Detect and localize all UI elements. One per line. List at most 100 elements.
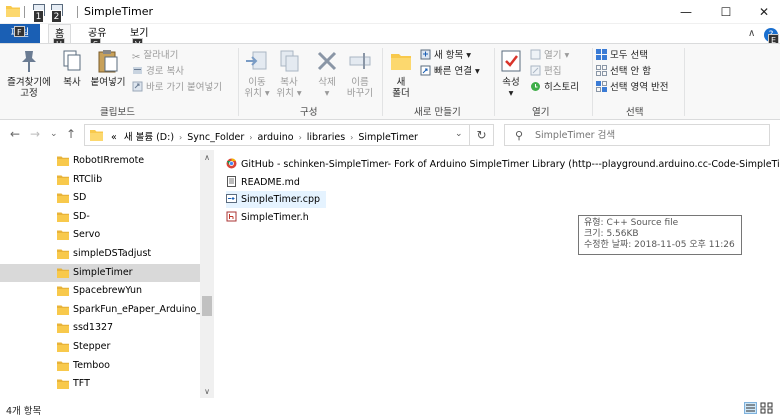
breadcrumb-separator[interactable]: › (179, 133, 182, 142)
copy-path-label: 경로 복사 (146, 66, 184, 77)
folder-icon (57, 361, 69, 371)
properties-button[interactable]: 속성 ▾ (498, 48, 524, 99)
copy-to-button[interactable]: 복사 위치 ▾ (274, 48, 304, 99)
tree-item[interactable]: Servo (0, 226, 200, 244)
tree-item[interactable]: SparkFun_ePaper_Arduino_Library (0, 301, 200, 319)
tooltip-type: 유형: C++ Source file (584, 218, 679, 228)
tree-item[interactable]: Stepper (0, 338, 200, 356)
tooltip-modified: 수정한 날짜: 2018-11-05 오후 11:26 (584, 240, 735, 250)
move-to-button[interactable]: 이동 위치 ▾ (242, 48, 272, 99)
breadcrumb-simpletimer[interactable]: SimpleTimer (358, 132, 418, 143)
move-to-label-2: 위치 ▾ (244, 88, 270, 99)
select-all-button[interactable]: 모두 선택 (596, 48, 648, 63)
breadcrumb-arduino[interactable]: arduino (257, 132, 293, 143)
search-box[interactable]: ⚲ (504, 124, 770, 146)
breadcrumb-sync-folder[interactable]: Sync_Folder (187, 132, 244, 143)
tree-item[interactable]: simpleDSTadjust (0, 245, 200, 263)
properties-icon (501, 50, 521, 72)
delete-label-2: ▾ (324, 88, 330, 99)
new-item-label: 새 항목 ▾ (434, 50, 472, 61)
pin-icon (22, 51, 36, 72)
open-button[interactable]: 열기 ▾ (530, 48, 569, 63)
back-arrow-icon[interactable]: ← (10, 127, 20, 141)
pin-quick-access-button[interactable]: 즐겨찾기에 고정 (4, 48, 54, 99)
scroll-up-icon[interactable]: ∧ (200, 152, 214, 164)
open-icon (530, 49, 541, 60)
file-info-tooltip: 유형: C++ Source file 크기: 5.56KB 수정한 날짜: 2… (578, 215, 742, 255)
history-label: 히스토리 (544, 82, 579, 93)
rename-icon (349, 53, 371, 69)
edit-button[interactable]: 편집 (530, 64, 561, 79)
tree-item[interactable]: SpacebrewYun (0, 282, 200, 300)
file-item[interactable]: SimpleTimer.h (226, 209, 315, 226)
up-arrow-icon[interactable]: ↑ (66, 127, 76, 141)
scrollbar-thumb[interactable] (202, 296, 212, 316)
ribbon-collapse-icon[interactable]: ∧ (748, 28, 755, 39)
file-name: GitHub - schinken-SimpleTimer- Fork of A… (241, 159, 780, 170)
breadcrumb-separator[interactable]: › (350, 133, 353, 142)
breadcrumb-drive[interactable]: 새 볼륨 (D:) (124, 132, 174, 143)
tree-item[interactable]: SD- (0, 208, 200, 226)
tree-item[interactable]: SimpleTimer (0, 263, 200, 282)
file-item[interactable]: README.md (226, 174, 306, 191)
delete-button[interactable]: 삭제 ▾ (312, 48, 342, 99)
paste-button[interactable]: 붙여넣기 (88, 48, 128, 88)
tree-item[interactable]: Temboo (0, 357, 200, 375)
address-dropdown-icon[interactable]: ⌄ (455, 129, 463, 139)
refresh-icon[interactable]: ↻ (470, 124, 494, 146)
tree-item[interactable]: ssd1327 (0, 319, 200, 337)
select-none-button[interactable]: 선택 안 함 (596, 64, 651, 79)
status-bar: 4개 항목 (0, 398, 780, 420)
move-to-icon (246, 51, 267, 70)
breadcrumb-overflow[interactable]: « (111, 132, 117, 143)
rename-label-2: 바꾸기 (346, 88, 374, 99)
invert-selection-button[interactable]: 선택 영역 반전 (596, 80, 668, 95)
cut-button[interactable]: ✂ 잘라내기 (132, 48, 178, 63)
new-item-button[interactable]: 새 항목 ▾ (420, 48, 471, 63)
navigation-bar: ← → ⌄ ↑ « 새 볼륨 (D:) › Sync_Folder › arduino ›… (0, 122, 780, 148)
copy-icon (63, 50, 81, 71)
history-icon (531, 82, 540, 91)
new-folder-button[interactable]: 새 폴더 (386, 48, 416, 99)
tree-scrollbar[interactable]: ∧ ∨ (200, 150, 214, 398)
close-button[interactable]: ✕ (744, 0, 780, 24)
paste-shortcut-button[interactable]: 바로 가기 붙여넣기 (132, 80, 222, 95)
tree-item[interactable]: RTClib (0, 171, 200, 189)
large-icons-view-icon[interactable] (760, 402, 773, 414)
tree-item-label: RTClib (73, 173, 103, 185)
copy-button[interactable]: 복사 (58, 48, 86, 88)
tree-item-label: TFT (73, 378, 90, 390)
breadcrumb-libraries[interactable]: libraries (307, 132, 345, 143)
tree-item-label: Stepper (73, 341, 111, 352)
tree-item[interactable]: SD (0, 189, 200, 207)
rename-button[interactable]: 이름 바꾸기 (344, 48, 376, 99)
select-none-icon (596, 65, 607, 76)
recent-locations-icon[interactable]: ⌄ (50, 129, 58, 139)
minimize-button[interactable]: — (666, 0, 706, 24)
easy-access-button[interactable]: 빠른 연결 ▾ (420, 64, 480, 79)
forward-arrow-icon[interactable]: → (30, 127, 40, 141)
tree-item-label: SpacebrewYun (73, 285, 143, 297)
breadcrumb-separator[interactable]: › (299, 133, 302, 142)
folder-icon (57, 323, 69, 334)
delete-icon (317, 51, 337, 71)
breadcrumb-separator[interactable]: › (249, 133, 252, 142)
cut-label: 잘라내기 (143, 50, 179, 61)
copy-to-label-2: 위치 ▾ (276, 88, 302, 99)
group-separator (684, 48, 685, 116)
history-button[interactable]: 히스토리 (530, 80, 579, 95)
details-view-icon[interactable] (744, 402, 757, 414)
copy-path-button[interactable]: 경로 복사 (132, 64, 184, 79)
search-input[interactable] (535, 128, 755, 142)
select-all-label: 모두 선택 (610, 50, 648, 61)
tree-item[interactable]: TFT (0, 375, 200, 393)
file-item[interactable]: GitHub - schinken-SimpleTimer- Fork of A… (226, 156, 780, 173)
file-item[interactable]: SimpleTimer.cpp (226, 191, 327, 208)
address-bar[interactable]: « 새 볼륨 (D:) › Sync_Folder › arduino › librarie… (84, 124, 470, 146)
tree-item[interactable]: RobotIRremote (0, 152, 200, 170)
edit-icon (530, 65, 541, 76)
maximize-button[interactable]: ☐ (706, 0, 746, 24)
navigation-tree: RobotIRremote RTClib SD SD- Servo simpleDSTad… (0, 150, 214, 398)
copy-to-icon (280, 50, 299, 72)
scroll-down-icon[interactable]: ∨ (200, 386, 214, 398)
